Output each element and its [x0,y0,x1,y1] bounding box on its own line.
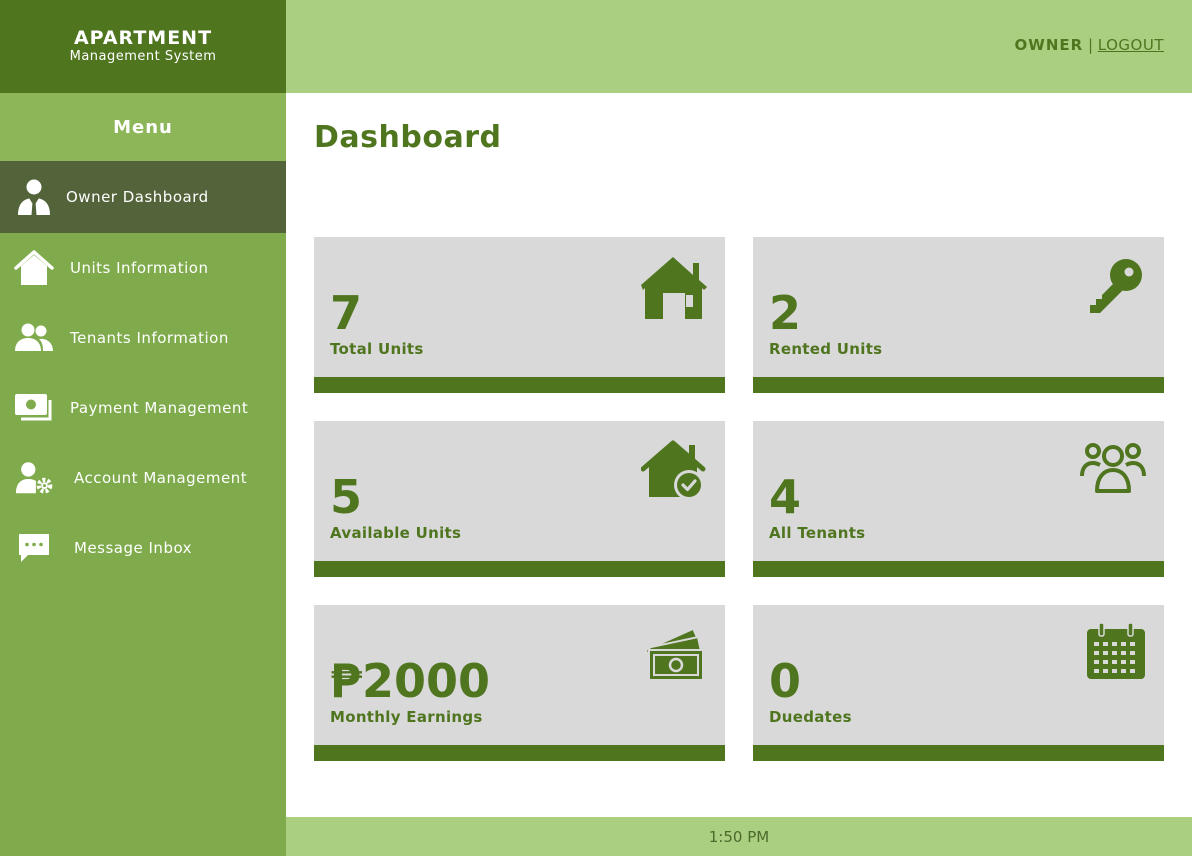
stat-value: 0 [769,654,802,708]
sidebar-item-label: Account Management [74,469,248,487]
page-title: Dashboard [314,120,502,155]
top-bar: OWNER | LOGOUT [286,0,1192,93]
separator: | [1087,36,1094,54]
sidebar-item-message-inbox[interactable]: Message Inbox [0,513,286,583]
owner-user-icon [14,177,54,217]
stat-card-total-units[interactable]: 7 Total Units [314,237,725,393]
sidebar-item-label: Owner Dashboard [66,188,209,206]
card-accent-bar [314,745,725,761]
card-accent-bar [753,377,1164,393]
calendar-icon [1076,623,1146,693]
user-gear-icon [14,458,54,498]
footer: 1:50 PM [286,817,1192,856]
sidebar-item-payment-management[interactable]: Payment Management [0,373,286,443]
stat-label: Available Units [330,524,462,542]
money-icon [637,623,707,693]
logout-link[interactable]: LOGOUT [1098,36,1164,54]
house-icon [637,255,707,325]
stat-label: Total Units [330,340,424,358]
sidebar-item-units-information[interactable]: Units Information [0,233,286,303]
menu-heading: Menu [0,93,286,161]
user-area: OWNER | LOGOUT [1015,36,1164,54]
brand-subtitle: Management System [69,49,217,64]
house-check-icon [637,439,707,509]
sidebar-item-account-management[interactable]: Account Management [0,443,286,513]
sidebar-item-owner-dashboard[interactable]: Owner Dashboard [0,161,286,233]
brand: APARTMENT Management System [0,0,286,93]
clock-time: 1:50 PM [708,828,770,846]
users-icon [1076,439,1146,509]
stat-value: ₱2000 [330,654,491,708]
house-icon [14,248,54,288]
sidebar-item-label: Payment Management [70,399,249,417]
stat-card-duedates[interactable]: 0 Duedates [753,605,1164,761]
key-icon [1076,255,1146,325]
sidebar: APARTMENT Management System Menu Owner D… [0,0,286,856]
stat-card-rented-units[interactable]: 2 Rented Units [753,237,1164,393]
card-accent-bar [753,561,1164,577]
stat-card-monthly-earnings[interactable]: ₱2000 Monthly Earnings [314,605,725,761]
card-accent-bar [753,745,1164,761]
money-icon [14,388,54,428]
stat-value: 7 [330,286,363,340]
stat-label: Duedates [769,708,852,726]
stat-label: Monthly Earnings [330,708,483,726]
sidebar-item-tenants-information[interactable]: Tenants Information [0,303,286,373]
stat-label: All Tenants [769,524,866,542]
card-accent-bar [314,377,725,393]
sidebar-item-label: Message Inbox [74,539,193,557]
stat-label: Rented Units [769,340,883,358]
chat-icon [14,528,54,568]
user-role: OWNER [1014,36,1084,54]
sidebar-item-label: Units Information [70,259,209,277]
stat-value: 2 [769,286,802,340]
card-accent-bar [314,561,725,577]
stat-value: 5 [330,470,363,524]
stat-value: 4 [769,470,802,524]
brand-title: APARTMENT [73,27,213,49]
sidebar-item-label: Tenants Information [70,329,229,347]
stat-card-all-tenants[interactable]: 4 All Tenants [753,421,1164,577]
stat-card-available-units[interactable]: 5 Available Units [314,421,725,577]
users-icon [14,318,54,358]
